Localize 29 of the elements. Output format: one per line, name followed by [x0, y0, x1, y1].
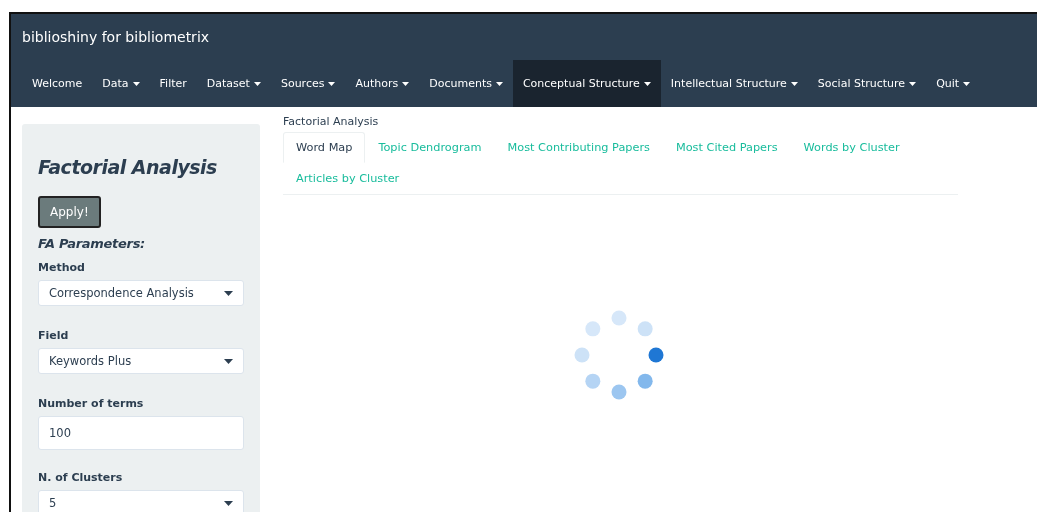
nav-item[interactable]: Authors [345, 60, 420, 107]
nav-item[interactable]: Documents [419, 60, 513, 107]
apply-button[interactable]: Apply! [38, 196, 101, 228]
nav-item[interactable]: Dataset [196, 60, 271, 107]
tab[interactable]: Word Map [283, 132, 366, 163]
section-heading: FA Parameters: [38, 236, 146, 251]
nav-item[interactable]: Conceptual Structure [512, 60, 661, 107]
nav-item[interactable]: Quit [926, 60, 981, 107]
select-field[interactable]: 5 [38, 490, 244, 512]
dropdown-caret-icon [224, 358, 233, 364]
field-label: Field [38, 329, 69, 342]
field-label: Number of terms [38, 397, 144, 410]
field-label: Method [38, 261, 85, 274]
nav-item[interactable]: Welcome [22, 60, 93, 107]
dropdown-caret-icon [224, 290, 233, 296]
nav-item[interactable]: Filter [149, 60, 197, 107]
nav-item[interactable]: Data [92, 60, 150, 107]
field-label: N. of Clusters [38, 471, 123, 484]
select-field[interactable]: Keywords Plus [38, 348, 244, 374]
nav-item[interactable]: Sources [270, 60, 346, 107]
nav-item[interactable]: Intellectual Structure [660, 60, 808, 107]
nav-item[interactable]: Social Structure [807, 60, 927, 107]
loading-spinner-icon [574, 310, 664, 400]
dropdown-caret-icon [224, 500, 233, 506]
window-title: biblioshiny for bibliometrix [22, 29, 210, 45]
select-field[interactable]: Correspondence Analysis [38, 280, 244, 306]
sidebar-heading: Factorial Analysis [38, 155, 218, 180]
panel-caption: Factorial Analysis [283, 115, 379, 128]
number-field[interactable]: 100 [38, 416, 244, 450]
